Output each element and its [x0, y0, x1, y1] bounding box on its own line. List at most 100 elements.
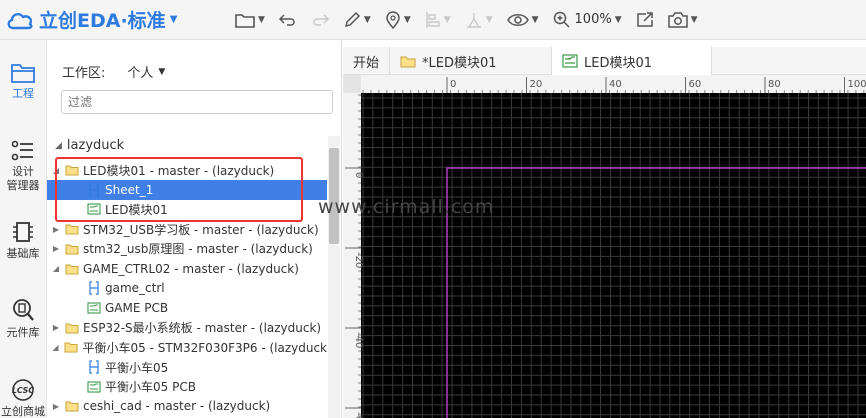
filter-input[interactable]: [61, 90, 333, 114]
chevron-down-icon: ◢: [55, 140, 62, 151]
location-icon: [386, 10, 400, 29]
ruler-tick-label: 0: [353, 172, 364, 178]
cloud-logo-icon: [6, 8, 36, 32]
ruler-tick-label: 100: [848, 79, 866, 90]
tree-project-row[interactable]: ▶ ceshi_cad - master - (lazyduck): [47, 396, 327, 416]
tree-item-label: GAME_CTRL02 - master - (lazyduck): [83, 261, 299, 276]
tab-label: 开始: [353, 55, 380, 71]
camera-icon: [667, 11, 688, 28]
zoom-level: 100%: [574, 12, 612, 27]
rail-label: 基础库: [6, 247, 40, 260]
tree-project-row[interactable]: ▶ STM32_USB学习板 - master - (lazyduck): [47, 219, 327, 239]
chevron-right-icon[interactable]: ▶: [51, 225, 61, 234]
measure-icon: [466, 12, 481, 28]
tree-item-label: stm32_usb原理图 - master - (lazyduck): [83, 242, 313, 257]
tree-root-label: lazyduck: [66, 138, 125, 153]
tab-pcb[interactable]: LED模块01: [552, 47, 713, 75]
tree-item-label: GAME PCB: [105, 300, 169, 315]
ruler-corner: [343, 75, 361, 93]
pencil-icon: [344, 11, 360, 27]
redo-icon: [313, 13, 329, 26]
tree-document-row[interactable]: GAME PCB: [47, 298, 327, 318]
zoom-in-icon: [553, 11, 570, 28]
tree-project-row[interactable]: ▶ stm32_usb原理图 - master - (lazyduck): [47, 239, 327, 259]
canvas-background: [361, 93, 866, 418]
measure-menu-button[interactable]: ▼: [458, 0, 500, 40]
tree-item-label: 平衡小车05 - STM32F030F3P6 - (lazyduck: [82, 340, 327, 355]
zoom-menu-button[interactable]: 100% ▼: [546, 0, 629, 40]
tree-project-row[interactable]: ◢ LED模块01 - master - (lazyduck): [47, 160, 327, 180]
tree-project-row[interactable]: ◢ GAME_CTRL02 - master - (lazyduck): [47, 259, 327, 279]
rail-item-component-library[interactable]: 元件库: [0, 297, 46, 340]
ruler-tick-label: 20: [530, 79, 543, 90]
align-menu-button[interactable]: ▼: [418, 0, 458, 40]
view-menu-button[interactable]: ▼: [500, 0, 546, 40]
folder-icon: [65, 321, 79, 335]
chevron-right-icon[interactable]: ▶: [51, 402, 61, 411]
document-tabs: 开始 *LED模块01 LED模块01: [343, 47, 866, 75]
tab-start[interactable]: 开始: [343, 47, 391, 75]
list-tree-icon: [11, 140, 33, 161]
tree-item-label: STM32_USB学习板 - master - (lazyduck): [83, 222, 319, 237]
rail-item-project[interactable]: 工程: [0, 62, 46, 101]
tree-item-label: LED模块01: [105, 202, 168, 217]
ruler-tick-label: 0: [450, 79, 456, 90]
undo-button[interactable]: [272, 0, 304, 40]
top-toolbar: 立创EDA·标准 ▼ ▼ ▼ ▼ ▼ ▼ ▼ 100% ▼ ▼: [0, 0, 866, 40]
rail-item-design-manager[interactable]: 设计 管理器: [0, 140, 46, 193]
chevron-down-icon: ▼: [169, 14, 178, 25]
schematic-icon: [87, 360, 101, 374]
workspace-label: 工作区:: [62, 66, 106, 81]
pcb-icon: [562, 54, 578, 68]
folder-icon: [64, 340, 78, 354]
brand[interactable]: 立创EDA·标准 ▼: [0, 6, 228, 33]
tab-schematic[interactable]: *LED模块01: [390, 47, 553, 75]
tree-root[interactable]: ◢ lazyduck: [55, 138, 124, 153]
ruler-tick-label: -6: [353, 412, 364, 418]
folder-menu-button[interactable]: ▼: [228, 0, 272, 40]
workspace-value: 个人: [127, 66, 154, 81]
export-icon: [636, 11, 653, 27]
rail-label: 元件库: [6, 326, 40, 339]
workspace-selector[interactable]: 工作区: 个人 ▼: [62, 62, 165, 81]
tree-item-label: LED模块01 - master - (lazyduck): [83, 163, 275, 178]
scrollbar-thumb[interactable]: [329, 148, 339, 244]
undo-icon: [278, 13, 295, 26]
folder-icon: [65, 242, 79, 256]
screenshot-menu-button[interactable]: ▼: [661, 0, 705, 40]
schematic-icon: [87, 281, 101, 295]
tree-document-row[interactable]: 平衡小车05: [47, 357, 327, 377]
tree-scrollbar[interactable]: [328, 136, 340, 418]
redo-button[interactable]: [304, 0, 336, 40]
chevron-down-icon[interactable]: ◢: [51, 166, 61, 175]
ruler-tick-label: 60: [689, 79, 702, 90]
chevron-right-icon[interactable]: ▶: [51, 323, 61, 332]
rail-item-base-library[interactable]: 基础库: [0, 220, 46, 261]
tree-project-row[interactable]: ▶ ESP32-S最小系统板 - master - (lazyduck): [47, 318, 327, 338]
chevron-down-icon[interactable]: ◢: [50, 343, 60, 352]
tree-document-row[interactable]: LED模块01: [47, 199, 327, 219]
folder-icon: [65, 163, 79, 177]
tab-label: *LED模块01: [422, 55, 497, 71]
pcb-canvas-area[interactable]: 0 20 40 60 80 100 0 -20 -40 -6: [343, 75, 866, 418]
tab-label: LED模块01: [584, 55, 653, 71]
chevron-right-icon[interactable]: ▶: [51, 244, 61, 253]
component-search-icon: [13, 299, 34, 321]
pcb-canvas[interactable]: 0 20 40 60 80 100 0 -20 -40 -6: [343, 75, 866, 418]
brand-name: 立创EDA·标准: [39, 10, 166, 32]
tree-document-row[interactable]: 平衡小车05 PCB: [47, 377, 327, 397]
align-icon: [426, 11, 440, 28]
tree-project-row[interactable]: ◢ 平衡小车05 - STM32F030F3P6 - (lazyduck: [47, 337, 327, 357]
rail-item-lcsc-mall[interactable]: LCSC 立创商城: [0, 378, 46, 418]
chevron-down-icon[interactable]: ◢: [51, 264, 61, 273]
folder-icon: [65, 399, 79, 413]
draw-menu-button[interactable]: ▼: [336, 0, 378, 40]
folder-icon: [65, 262, 79, 276]
pcb-icon: [87, 380, 101, 394]
tree-item-label: Sheet_1: [105, 182, 154, 197]
tree-document-row[interactable]: Sheet_1: [47, 179, 327, 200]
tree-document-row[interactable]: game_ctrl: [47, 278, 327, 298]
top-ruler: [343, 75, 866, 93]
place-menu-button[interactable]: ▼: [378, 0, 418, 40]
export-button[interactable]: [629, 0, 661, 40]
